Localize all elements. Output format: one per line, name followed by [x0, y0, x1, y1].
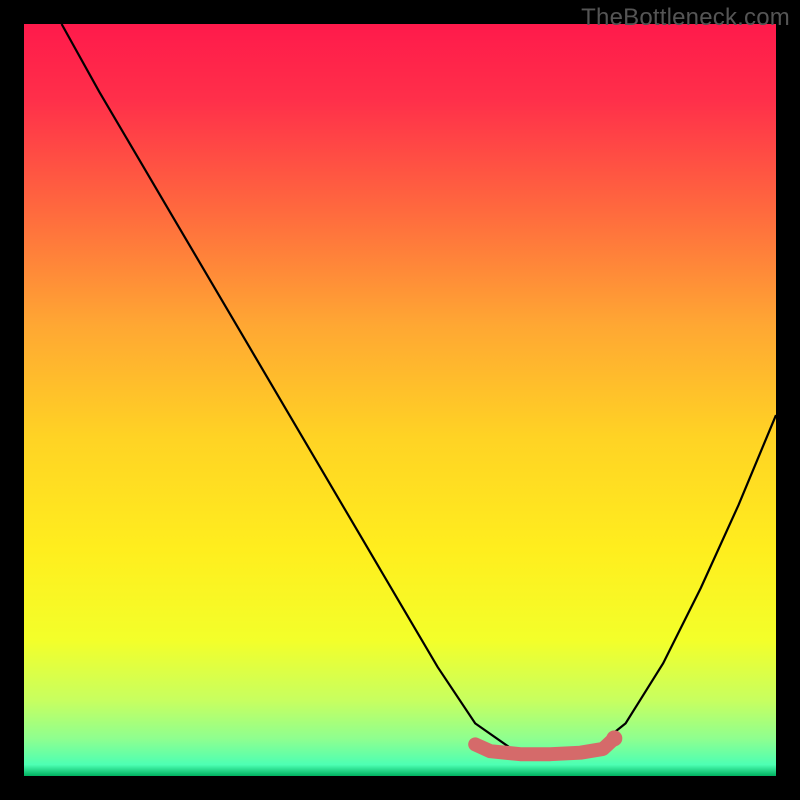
plot-area — [24, 24, 776, 776]
bottleneck-chart: TheBottleneck.com — [0, 0, 800, 800]
bottleneck-curve — [62, 24, 776, 757]
watermark-text: TheBottleneck.com — [581, 4, 790, 32]
optimal-end-marker — [606, 730, 622, 746]
optimal-range-band — [475, 738, 614, 754]
curve-layer — [24, 24, 776, 776]
